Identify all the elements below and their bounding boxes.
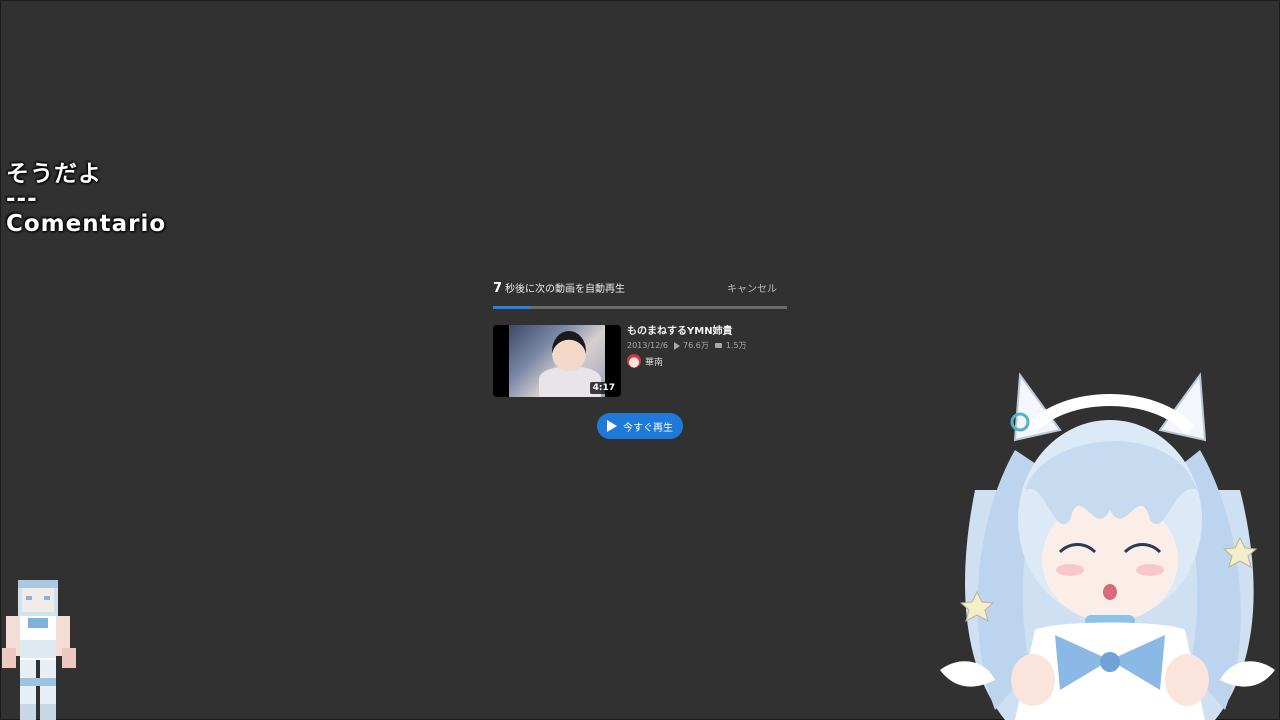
cancel-button[interactable]: キャンセル [727,280,777,295]
video-date: 2013/12/6 [627,341,669,350]
autoplay-progress-bar [493,306,787,309]
video-duration: 4:17 [589,382,618,394]
play-icon [607,420,617,432]
overlay-line-1: そうだよ [6,161,102,187]
comment-icon [714,343,722,348]
minecraft-skin-figure [2,580,76,720]
video-thumbnail[interactable]: 4:17 [493,325,621,397]
video-title[interactable]: ものまねするYMN姉貴 [627,325,747,338]
next-video-card[interactable]: 4:17 ものまねするYMN姉貴 2013/12/6 76.6万 1.5万 華南 [493,325,787,397]
play-now-label: 今すぐ再生 [623,422,673,434]
countdown-number: 7 [493,281,503,296]
play-now-button[interactable]: 今すぐ再生 [597,413,683,439]
owner-avatar [627,354,641,368]
video-comments: 1.5万 [725,341,747,350]
video-views: 76.6万 [683,341,709,350]
play-count-icon [674,341,681,350]
owner-name: 華南 [645,357,664,368]
overlay-line-3: Comentario [6,211,167,237]
overlay-comment: そうだよ --- Comentario [6,162,166,237]
video-info: ものまねするYMN姉貴 2013/12/6 76.6万 1.5万 華南 [627,325,747,397]
overlay-line-2: --- [6,186,38,212]
video-owner[interactable]: 華南 [627,354,747,368]
autoplay-progress-fill [493,306,532,309]
autoplay-header: 7 秒後に次の動画を自動再生 キャンセル [493,280,787,300]
vtuber-avatar [940,372,1275,720]
autoplay-panel: 7 秒後に次の動画を自動再生 キャンセル 4:17 ものまねするYMN姉貴 201… [493,280,787,397]
autoplay-countdown: 7 秒後に次の動画を自動再生 [493,280,625,296]
video-meta: 2013/12/6 76.6万 1.5万 [627,340,747,351]
countdown-text: 秒後に次の動画を自動再生 [505,284,626,295]
